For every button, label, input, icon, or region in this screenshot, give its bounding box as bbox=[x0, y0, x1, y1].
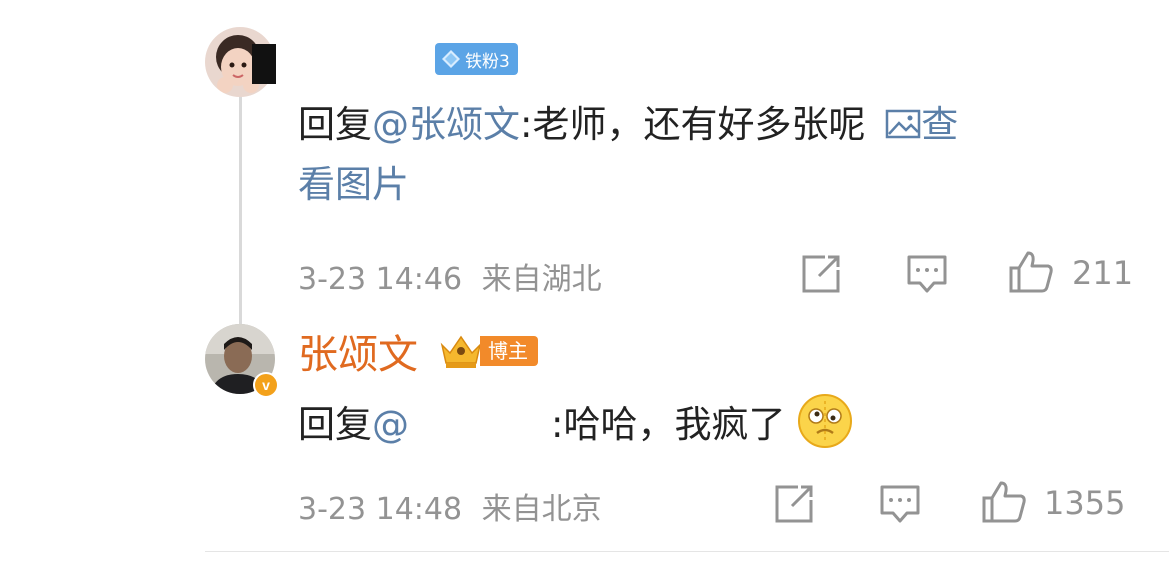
reply-prefix: 回复 bbox=[298, 403, 372, 446]
timestamp: 3-23 14:46 bbox=[298, 262, 463, 297]
commenter-name-redacted bbox=[252, 44, 276, 84]
fan-level-badge: 铁粉3 bbox=[435, 43, 518, 75]
verified-badge: v bbox=[253, 372, 279, 398]
like-icon[interactable] bbox=[981, 480, 1027, 524]
emoji-crazy-icon bbox=[798, 394, 853, 448]
comment-icon[interactable] bbox=[906, 254, 948, 294]
author-name[interactable]: 张颂文 bbox=[298, 322, 418, 380]
comment-icon[interactable] bbox=[879, 484, 921, 524]
blogger-badge: 博主 bbox=[436, 333, 538, 369]
source-location: 来自北京 bbox=[481, 492, 602, 527]
like-count: 211 bbox=[1072, 254, 1134, 292]
like-count: 1355 bbox=[1044, 484, 1126, 522]
fan-badge-label: 铁粉3 bbox=[465, 51, 510, 72]
crown-icon bbox=[440, 335, 482, 368]
view-image-label-2: 看图片 bbox=[298, 163, 409, 206]
comment-text: 回复@张颂文:老师，还有好多张呢 查看图片 bbox=[298, 95, 1128, 215]
reply-prefix: 回复 bbox=[298, 103, 372, 146]
share-icon[interactable] bbox=[774, 484, 814, 524]
comment-meta: 3-23 14:48 来自北京 bbox=[298, 484, 602, 528]
like-icon[interactable] bbox=[1008, 250, 1054, 294]
source-location: 来自湖北 bbox=[481, 262, 602, 297]
image-icon bbox=[885, 109, 921, 139]
divider bbox=[205, 551, 1169, 552]
comment-body: :老师，还有好多张呢 bbox=[520, 103, 866, 146]
diamond-icon bbox=[442, 50, 460, 68]
share-icon[interactable] bbox=[801, 254, 841, 294]
view-image-label-1: 查 bbox=[921, 103, 959, 146]
thread-connector bbox=[239, 96, 242, 324]
comment-body: :哈哈，我疯了 bbox=[551, 403, 786, 446]
blogger-badge-label: 博主 bbox=[480, 336, 538, 366]
comment-meta: 3-23 14:46 来自湖北 bbox=[298, 254, 602, 298]
timestamp: 3-23 14:48 bbox=[298, 492, 463, 527]
mention-link[interactable]: @ bbox=[372, 403, 409, 446]
comment-text: 回复@ :哈哈，我疯了 bbox=[298, 393, 1128, 455]
mention-link[interactable]: @张颂文 bbox=[372, 103, 520, 146]
